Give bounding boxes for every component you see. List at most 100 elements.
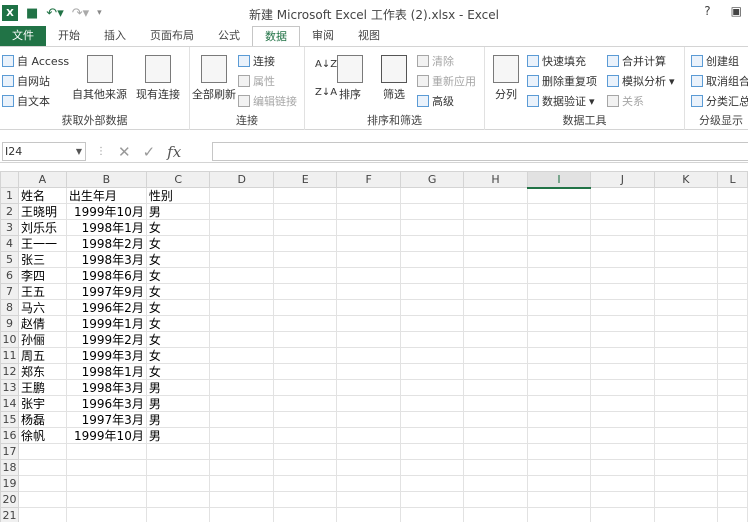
cell-f2[interactable] [336,203,401,220]
cell-i16[interactable] [526,427,592,444]
cell-e12[interactable] [272,363,338,380]
cell-f13[interactable] [336,379,401,396]
cell-f20[interactable] [336,491,401,508]
tab-home[interactable]: 开始 [46,26,92,46]
cell-h12[interactable] [463,363,528,380]
cell-l14[interactable] [717,395,748,412]
cell-d18[interactable] [209,459,274,476]
cell-h11[interactable] [463,347,528,364]
cell-b17[interactable] [65,443,147,460]
cell-g19[interactable] [399,475,465,492]
cell-c12[interactable]: 女 [145,363,211,380]
cell-g5[interactable] [399,251,465,268]
cell-f5[interactable] [336,251,401,268]
cell-e17[interactable] [272,443,338,460]
cell-j18[interactable] [590,459,655,476]
cell-c17[interactable] [145,443,211,460]
cell-l7[interactable] [717,283,748,300]
cell-a20[interactable] [17,491,67,508]
cell-g6[interactable] [399,267,465,284]
cell-l10[interactable] [717,331,748,348]
group-button[interactable]: 创建组 [691,53,739,69]
cell-a10[interactable]: 孙俪 [17,331,67,348]
cell-d6[interactable] [209,267,274,284]
cell-k10[interactable] [653,331,719,348]
cell-c15[interactable]: 男 [145,411,211,428]
cell-f12[interactable] [336,363,401,380]
cell-d9[interactable] [209,315,274,332]
cell-c5[interactable]: 女 [145,251,211,268]
cell-i1[interactable] [526,187,592,204]
cell-f19[interactable] [336,475,401,492]
row-header[interactable]: 15 [0,411,19,428]
cell-j5[interactable] [590,251,655,268]
row-header[interactable]: 10 [0,331,19,348]
cell-c7[interactable]: 女 [145,283,211,300]
row-header[interactable]: 1 [0,187,19,204]
cell-d1[interactable] [209,187,274,204]
cell-l11[interactable] [717,347,748,364]
cell-g1[interactable] [399,187,465,204]
sort-za-icon[interactable]: Z↓A [315,87,337,98]
relationships-button[interactable]: 关系 [607,93,644,109]
cell-e6[interactable] [272,267,338,284]
cell-g7[interactable] [399,283,465,300]
cell-k21[interactable] [653,507,719,522]
cell-c4[interactable]: 女 [145,235,211,252]
cell-h3[interactable] [463,219,528,236]
cell-j8[interactable] [590,299,655,316]
cell-l6[interactable] [717,267,748,284]
cell-b9[interactable]: 1999年1月 [65,315,147,332]
tab-view[interactable]: 视图 [346,26,392,46]
cell-i2[interactable] [526,203,592,220]
cell-e2[interactable] [272,203,338,220]
cell-b20[interactable] [65,491,147,508]
cell-a9[interactable]: 赵倩 [17,315,67,332]
reapply-button[interactable]: 重新应用 [417,73,476,89]
cell-i19[interactable] [526,475,592,492]
cell-a21[interactable] [17,507,67,522]
cell-j2[interactable] [590,203,655,220]
cell-h21[interactable] [463,507,528,522]
row-header[interactable]: 7 [0,283,19,300]
cell-b1[interactable]: 出生年月 [65,187,147,204]
refresh-all-button[interactable]: 全部刷新 [192,55,236,102]
cell-f1[interactable] [336,187,401,204]
cell-b3[interactable]: 1998年1月 [65,219,147,236]
edit-links-button[interactable]: 编辑链接 [238,93,297,109]
cell-i20[interactable] [526,491,592,508]
cell-b6[interactable]: 1998年6月 [65,267,147,284]
cell-d5[interactable] [209,251,274,268]
cell-h17[interactable] [463,443,528,460]
cell-j3[interactable] [590,219,655,236]
cell-d7[interactable] [209,283,274,300]
cell-j9[interactable] [590,315,655,332]
advanced-button[interactable]: 高级 [417,93,454,109]
cell-j13[interactable] [590,379,655,396]
cell-h7[interactable] [463,283,528,300]
cell-g13[interactable] [399,379,465,396]
column-header-e[interactable]: E [272,171,338,188]
column-header-a[interactable]: A [17,171,67,188]
cell-l21[interactable] [717,507,748,522]
cell-e4[interactable] [272,235,338,252]
cell-k8[interactable] [653,299,719,316]
consolidate-button[interactable]: 合并计算 [607,53,666,69]
cell-c1[interactable]: 性别 [145,187,211,204]
filter-button[interactable]: 筛选 [381,55,407,102]
cell-j17[interactable] [590,443,655,460]
cell-i8[interactable] [526,299,592,316]
tab-file[interactable]: 文件 [0,26,46,46]
row-header[interactable]: 16 [0,427,19,444]
from-access-button[interactable]: 自 Access [2,53,69,69]
cell-l18[interactable] [717,459,748,476]
cell-h6[interactable] [463,267,528,284]
cell-i17[interactable] [526,443,592,460]
ungroup-button[interactable]: 取消组合 [691,73,748,89]
cell-b13[interactable]: 1998年3月 [65,379,147,396]
cell-e3[interactable] [272,219,338,236]
cell-f17[interactable] [336,443,401,460]
cell-k18[interactable] [653,459,719,476]
cell-j11[interactable] [590,347,655,364]
cell-b7[interactable]: 1997年9月 [65,283,147,300]
